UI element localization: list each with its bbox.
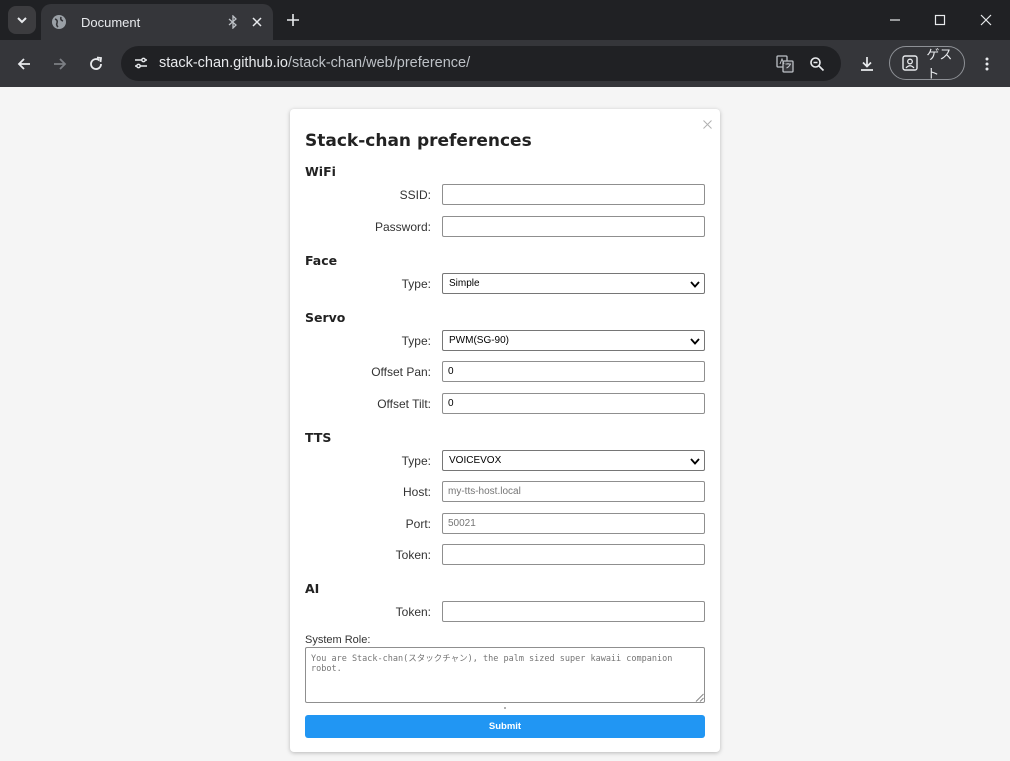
tune-icon xyxy=(135,57,147,69)
url-path: /stack-chan/web/preference/ xyxy=(287,55,471,71)
offset-tilt-label: Offset Tilt: xyxy=(377,397,431,411)
servo-type-label: Type: xyxy=(401,334,431,348)
tts-heading: TTS xyxy=(305,430,332,445)
page-content: Stack-chan preferences WiFi SSID: Passwo… xyxy=(0,87,1010,761)
close-window-button[interactable] xyxy=(976,10,996,30)
tts-host-input[interactable] xyxy=(442,481,705,502)
tab-close-button[interactable] xyxy=(247,12,267,32)
maximize-button[interactable] xyxy=(930,10,950,30)
dialog-title: Stack-chan preferences xyxy=(305,131,532,151)
divider-dot xyxy=(504,707,506,709)
dialog-close-button[interactable] xyxy=(700,117,714,131)
tts-type-label: Type: xyxy=(401,454,431,468)
offset-pan-input[interactable] xyxy=(442,361,705,382)
translate-button[interactable] xyxy=(773,52,797,76)
reload-icon xyxy=(90,56,103,70)
globe-icon xyxy=(51,14,67,30)
close-icon xyxy=(702,119,712,129)
zoom-button[interactable] xyxy=(805,52,829,76)
tts-port-input[interactable] xyxy=(442,513,705,534)
tab-title: Document xyxy=(81,14,141,30)
tab-document[interactable]: Document xyxy=(41,4,273,40)
ai-heading: AI xyxy=(305,581,320,596)
reload-button[interactable] xyxy=(84,52,108,76)
wifi-heading: WiFi xyxy=(305,164,336,179)
tts-token-input[interactable] xyxy=(442,544,705,565)
tts-type-select[interactable]: VOICEVOX xyxy=(442,450,705,471)
back-button[interactable] xyxy=(12,52,36,76)
servo-type-select[interactable]: PWM(SG-90) xyxy=(442,330,705,351)
face-type-select[interactable]: Simple xyxy=(442,273,705,294)
chevron-down-icon xyxy=(688,334,702,348)
close-icon xyxy=(252,17,262,27)
tts-port-label: Port: xyxy=(405,517,431,531)
system-role-textarea[interactable] xyxy=(305,647,705,703)
password-input[interactable] xyxy=(442,216,705,237)
profile-label: ゲスト xyxy=(926,47,953,81)
chevron-down-icon xyxy=(17,17,27,24)
minimize-icon xyxy=(890,19,900,21)
new-tab-button[interactable] xyxy=(283,10,303,30)
chevron-down-icon xyxy=(688,454,702,468)
chevron-down-icon xyxy=(688,277,702,291)
tts-token-label: Token: xyxy=(395,548,431,562)
browser-toolbar: stack-chan.github.io/stack-chan/web/pref… xyxy=(0,40,1010,87)
site-info-button[interactable] xyxy=(129,51,153,75)
url-text: stack-chan.github.io/stack-chan/web/pref… xyxy=(159,55,470,71)
zoom-icon xyxy=(810,57,825,72)
submit-button[interactable]: Submit xyxy=(305,715,705,738)
arrow-right-icon xyxy=(54,58,67,70)
servo-type-value: PWM(SG-90) xyxy=(449,335,509,346)
arrow-left-icon xyxy=(17,58,30,70)
download-button[interactable] xyxy=(855,52,879,76)
ssid-label: SSID: xyxy=(399,188,431,202)
preferences-dialog: Stack-chan preferences WiFi SSID: Passwo… xyxy=(290,109,720,752)
face-type-label: Type: xyxy=(401,277,431,291)
tts-host-label: Host: xyxy=(402,485,431,499)
browser-menu-button[interactable] xyxy=(975,52,999,76)
ssid-input[interactable] xyxy=(442,184,705,205)
bluetooth-icon xyxy=(225,14,241,30)
address-bar[interactable]: stack-chan.github.io/stack-chan/web/pref… xyxy=(121,46,841,81)
servo-heading: Servo xyxy=(305,310,346,325)
kebab-icon xyxy=(985,57,989,71)
ai-token-label: Token: xyxy=(395,605,431,619)
translate-icon xyxy=(776,55,794,73)
person-icon xyxy=(901,54,918,72)
tab-search-button[interactable] xyxy=(8,6,36,34)
close-icon xyxy=(980,14,992,26)
maximize-icon xyxy=(934,14,946,26)
system-role-label: System Role: xyxy=(305,634,371,646)
face-heading: Face xyxy=(305,253,338,268)
plus-icon xyxy=(287,14,299,26)
download-icon xyxy=(861,57,873,71)
forward-button[interactable] xyxy=(48,52,72,76)
ai-token-input[interactable] xyxy=(442,601,705,622)
password-label: Password: xyxy=(374,220,431,234)
offset-pan-label: Offset Pan: xyxy=(371,365,431,379)
face-type-value: Simple xyxy=(449,278,480,289)
minimize-button[interactable] xyxy=(885,10,905,30)
profile-button[interactable]: ゲスト xyxy=(889,46,965,81)
tts-type-value: VOICEVOX xyxy=(449,455,502,466)
resize-grip-icon[interactable] xyxy=(695,693,704,702)
offset-tilt-input[interactable] xyxy=(442,393,705,414)
tab-strip: Document xyxy=(0,0,1010,40)
url-host: stack-chan.github.io xyxy=(159,55,288,71)
